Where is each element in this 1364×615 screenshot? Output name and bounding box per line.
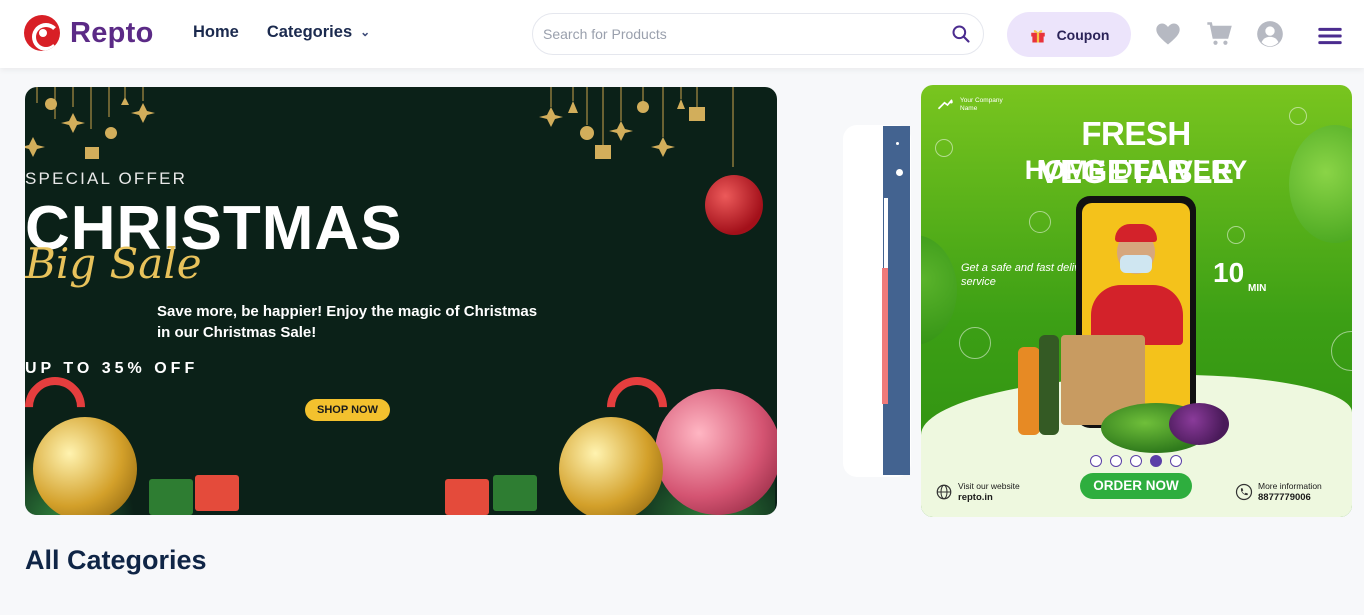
oil-bottle-image — [1039, 335, 1059, 435]
green-sphere-decor — [1289, 125, 1352, 243]
gift-box-image — [445, 479, 489, 515]
company-name: Your Company Name — [960, 97, 1003, 112]
nav-home[interactable]: Home — [193, 23, 239, 42]
wishlist-heart-icon[interactable] — [1154, 20, 1182, 48]
info-label: More information — [1258, 481, 1322, 491]
brand-logo[interactable]: Repto — [24, 15, 154, 51]
coupon-label: Coupon — [1056, 26, 1110, 43]
delivery-time-unit: MIN — [1248, 283, 1267, 294]
green-sphere-decor — [921, 235, 957, 345]
order-now-button[interactable]: ORDER NOW — [1080, 473, 1192, 499]
delivery-person-cap — [1115, 224, 1157, 242]
search-bar — [532, 13, 984, 55]
logo-text: Repto — [70, 16, 154, 49]
hamburger-menu-icon[interactable] — [1316, 22, 1344, 50]
gold-ornament-left-image — [33, 417, 137, 515]
section-title: All Categories — [25, 545, 207, 575]
vegetables-image — [1169, 403, 1229, 445]
search-input[interactable] — [543, 22, 933, 46]
carousel-dot[interactable] — [1090, 455, 1102, 467]
runner-logo-icon — [937, 99, 953, 110]
gift-icon — [1030, 29, 1045, 42]
big-sale-script: Big Sale — [25, 239, 202, 288]
gold-ornament-right-image — [559, 417, 663, 515]
phone-icon — [1235, 483, 1253, 501]
ring-decor — [935, 139, 953, 157]
home-delivery-title: HOME DELIVERY — [1024, 155, 1248, 185]
delivery-time-number: 10 — [1213, 257, 1245, 288]
slide-peek-accent — [882, 268, 888, 404]
red-ornament-image — [705, 175, 763, 235]
website-info: Visit our website repto.in — [935, 481, 1020, 503]
company-brand: Your Company Name — [937, 97, 1010, 113]
website-url[interactable]: repto.in — [958, 492, 993, 503]
ring-decor — [1331, 331, 1352, 371]
cart-icon[interactable] — [1205, 20, 1233, 48]
ring-decor — [1029, 211, 1051, 233]
globe-icon — [936, 484, 952, 500]
gift-box-image — [493, 475, 537, 511]
gift-box-image — [195, 475, 239, 511]
face-mask — [1120, 255, 1152, 273]
nav-categories[interactable]: Categories ⌄ — [267, 23, 370, 42]
ring-decor — [959, 327, 991, 359]
gift-box-image — [149, 479, 193, 515]
carousel-dot[interactable] — [1110, 455, 1122, 467]
vegetable-delivery-banner[interactable]: Your Company Name FRESH VEGETABLE HOME D… — [921, 85, 1352, 517]
top-navbar: Repto Home Categories ⌄ Coupon — [0, 0, 1364, 68]
hanging-snowflake-decor — [25, 87, 155, 159]
carousel-dots — [1090, 455, 1182, 467]
user-account-icon[interactable] — [1256, 20, 1284, 48]
phone-number: 8877779006 — [1258, 492, 1311, 503]
hanging-ornament-decor — [539, 87, 734, 167]
shop-now-button[interactable]: SHOP NOW — [305, 399, 390, 421]
special-offer-text: SPECIAL OFFER — [25, 169, 188, 188]
ring-decor — [1289, 107, 1307, 125]
juice-bottle-image — [1018, 347, 1040, 435]
slide-peek-accent — [884, 198, 888, 268]
phone-info: More information 8877779006 — [1235, 481, 1322, 503]
slide-peek-dot — [896, 169, 903, 176]
pink-ornament-image — [655, 389, 777, 515]
coupon-button[interactable]: Coupon — [1007, 12, 1131, 57]
search-icon[interactable] — [951, 24, 971, 44]
visit-label: Visit our website — [958, 481, 1020, 491]
main-nav: Home Categories ⌄ — [193, 23, 370, 42]
logo-icon — [24, 15, 60, 51]
carousel-dot[interactable] — [1130, 455, 1142, 467]
ring-decor — [1227, 226, 1245, 244]
chevron-down-icon: ⌄ — [360, 25, 371, 39]
slide-peek-dot — [896, 142, 899, 145]
carousel-dot[interactable] — [1170, 455, 1182, 467]
nav-categories-label: Categories — [266, 23, 353, 41]
carousel-dot[interactable] — [1150, 455, 1162, 467]
discount-text: UP TO 35% OFF — [25, 360, 199, 377]
promo-description: Save more, be happier! Enjoy the magic o… — [157, 303, 538, 341]
christmas-sale-banner[interactable]: SPECIAL OFFER CHRISTMAS Big Sale Save mo… — [25, 87, 777, 515]
